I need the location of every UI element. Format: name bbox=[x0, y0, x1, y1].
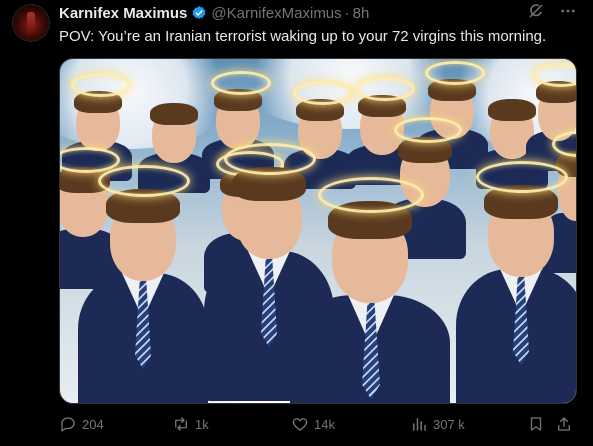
verified-badge-icon bbox=[192, 6, 206, 19]
reply-count: 204 bbox=[82, 416, 104, 432]
reply-button[interactable]: 204 bbox=[59, 415, 104, 433]
retweet-icon bbox=[175, 417, 187, 431]
tweet-top-actions bbox=[527, 2, 577, 20]
heart-icon bbox=[292, 418, 308, 431]
tweet-text: POV: You’re an Iranian terrorist waking … bbox=[59, 28, 547, 45]
more-icon[interactable] bbox=[559, 2, 577, 20]
separator: · bbox=[344, 4, 350, 22]
retweet-button[interactable]: 1k bbox=[172, 415, 209, 433]
bookmark-icon bbox=[530, 417, 542, 431]
author-name[interactable]: Karnifex Maximus bbox=[59, 5, 187, 22]
share-button[interactable] bbox=[555, 415, 578, 433]
views-icon bbox=[413, 418, 426, 431]
tweet-actions: 204 1k 14k 307 k bbox=[59, 415, 575, 435]
share-icon bbox=[558, 417, 570, 431]
avatar[interactable] bbox=[12, 4, 50, 42]
tweet-header: Karnifex Maximus @KarnifexMaximus · 8h bbox=[59, 4, 369, 22]
like-count: 14k bbox=[314, 416, 335, 432]
retweet-count: 1k bbox=[195, 416, 209, 432]
views-count: 307 k bbox=[433, 416, 465, 432]
like-button[interactable]: 14k bbox=[291, 415, 335, 433]
views-button[interactable]: 307 k bbox=[410, 415, 465, 433]
tweet-image[interactable] bbox=[59, 58, 577, 404]
timestamp[interactable]: 8h bbox=[353, 5, 370, 22]
grok-icon[interactable] bbox=[527, 2, 545, 20]
bookmark-button[interactable] bbox=[527, 415, 550, 433]
author-handle[interactable]: @KarnifexMaximus bbox=[211, 5, 341, 22]
reply-icon bbox=[61, 417, 75, 432]
